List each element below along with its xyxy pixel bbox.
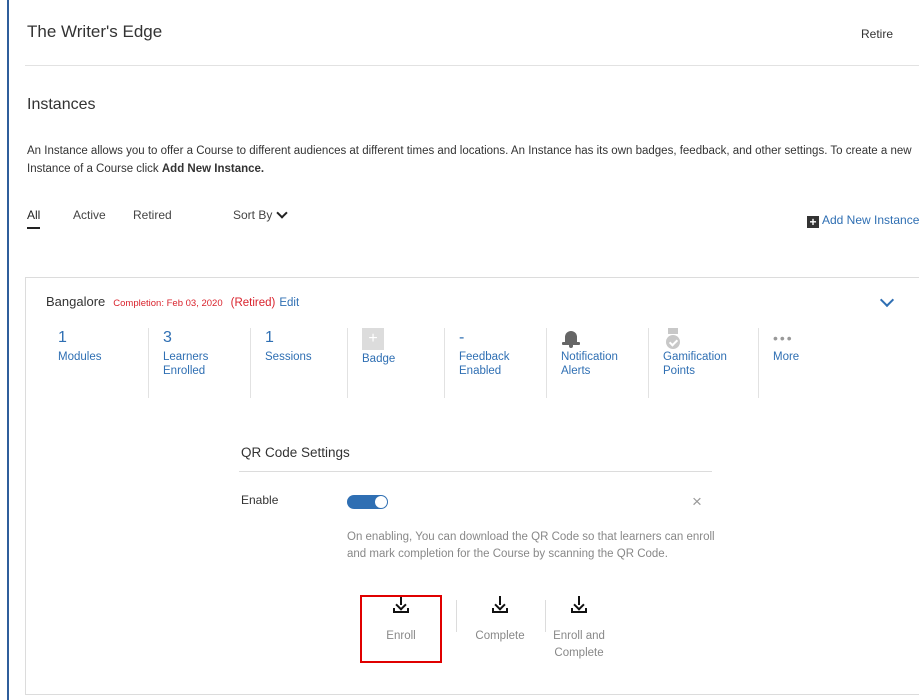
- medal-icon: [663, 328, 683, 350]
- stat-badge[interactable]: + Badge: [347, 328, 444, 398]
- stat-sessions[interactable]: 1 Sessions: [250, 328, 347, 398]
- stat-modules[interactable]: 1 Modules: [44, 328, 147, 398]
- instance-name: Bangalore: [46, 294, 106, 309]
- app-frame: The Writer's Edge Retire Instances An In…: [7, 0, 919, 700]
- download-label: Enroll and Complete: [553, 630, 605, 659]
- more-icon: •••: [773, 330, 794, 346]
- download-icon: [492, 596, 508, 614]
- sort-by-label: Sort By: [233, 208, 273, 222]
- qr-enable-toggle[interactable]: [347, 495, 388, 509]
- toggle-knob: [375, 496, 387, 508]
- close-icon[interactable]: ×: [692, 493, 702, 510]
- stat-label: Learners Enrolled: [163, 351, 209, 377]
- qr-settings-title: QR Code Settings: [241, 445, 350, 460]
- download-icon: [571, 596, 587, 614]
- stat-value: 1: [265, 329, 274, 346]
- page-title: The Writer's Edge: [27, 22, 163, 41]
- tab-all[interactable]: All: [27, 208, 41, 229]
- add-new-instance-button[interactable]: + Add New Instance: [807, 213, 919, 228]
- tab-retired[interactable]: Retired: [133, 208, 172, 222]
- completion-date: Completion: Feb 03, 2020: [113, 298, 223, 309]
- stat-feedback[interactable]: - Feedback Enabled: [444, 328, 546, 398]
- download-label: Complete: [475, 630, 525, 642]
- instance-card: Bangalore Completion: Feb 03, 2020 (Retire…: [25, 277, 919, 695]
- stat-label: Sessions: [265, 351, 312, 363]
- instance-header: Bangalore Completion: Feb 03, 2020 (Retire…: [46, 294, 299, 309]
- download-complete-button[interactable]: Complete: [458, 596, 542, 645]
- stat-more[interactable]: ••• More: [758, 328, 838, 398]
- description-link-text: Add New Instance.: [161, 163, 265, 175]
- plus-icon: +: [807, 216, 819, 228]
- bell-icon: [561, 328, 581, 350]
- edit-link[interactable]: Edit: [279, 297, 299, 309]
- divider: [456, 600, 457, 632]
- description-text: An Instance allows you to offer a Course…: [27, 145, 912, 175]
- retire-button[interactable]: Retire: [861, 27, 893, 41]
- divider: [25, 65, 919, 66]
- stat-label: More: [773, 351, 800, 363]
- enable-label: Enable: [241, 493, 279, 507]
- stat-notification-alerts[interactable]: Notification Alerts: [546, 328, 648, 398]
- stat-learners-enrolled[interactable]: 3 Learners Enrolled: [148, 328, 250, 398]
- add-badge-icon: +: [362, 328, 384, 350]
- sort-by-dropdown[interactable]: Sort By: [233, 207, 289, 222]
- stat-value: -: [459, 329, 465, 346]
- stat-label: Feedback Enabled: [459, 351, 510, 377]
- chevron-down-icon[interactable]: [879, 292, 895, 308]
- stat-value: 1: [58, 329, 67, 346]
- tab-active[interactable]: Active: [73, 208, 106, 222]
- stat-label: Modules: [58, 351, 102, 363]
- download-enroll-and-complete-button[interactable]: Enroll and Complete: [546, 596, 612, 662]
- stat-label: Notification Alerts: [561, 351, 618, 377]
- divider: [239, 471, 712, 472]
- stat-label: Gamification Points: [663, 351, 727, 377]
- stat-label: Badge: [362, 353, 396, 365]
- chevron-down-icon: [276, 207, 289, 219]
- instances-description: An Instance allows you to offer a Course…: [27, 142, 917, 178]
- add-new-instance-label: Add New Instance: [822, 213, 919, 227]
- stat-gamification-points[interactable]: Gamification Points: [648, 328, 758, 398]
- status-badge: (Retired): [230, 297, 276, 309]
- highlight-box: [360, 595, 442, 663]
- qr-description: On enabling, You can download the QR Cod…: [347, 531, 715, 560]
- stat-value: 3: [163, 329, 172, 346]
- instances-title: Instances: [27, 96, 96, 113]
